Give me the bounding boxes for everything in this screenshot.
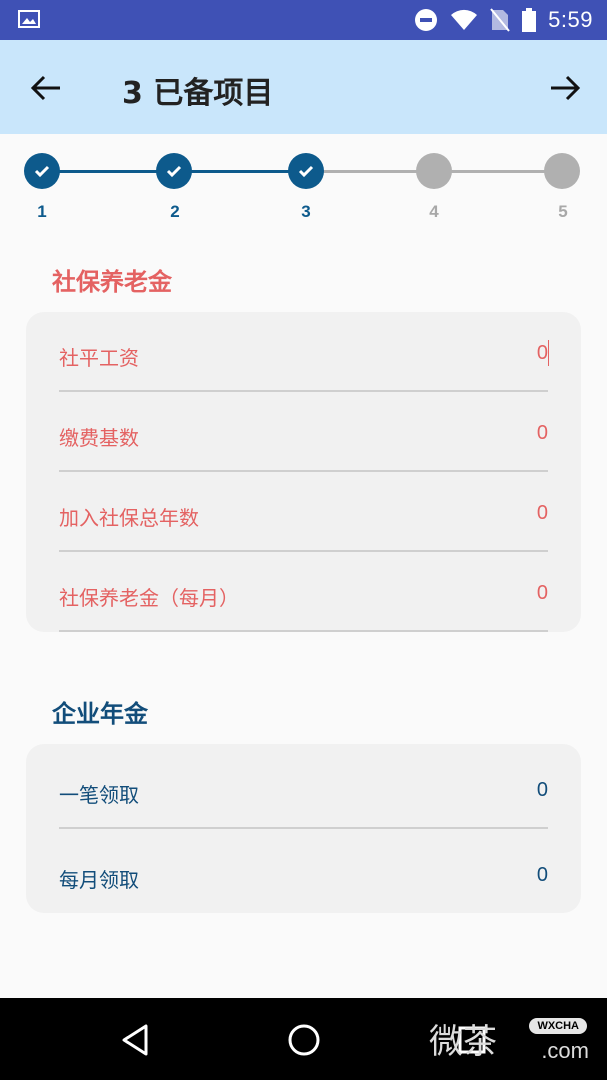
field-label: 加入社保总年数 xyxy=(59,506,199,530)
watermark-domain: .com xyxy=(541,1038,589,1063)
step-2-label: 2 xyxy=(170,202,180,221)
app-bar: 3 已备项目 xyxy=(0,40,607,134)
progress-stepper: 1 2 3 4 5 xyxy=(0,150,607,230)
watermark-logo: 微茶 WXCHA .com xyxy=(429,1014,589,1064)
field-value-input[interactable]: 0 xyxy=(537,864,548,887)
field-value-input[interactable]: 0 xyxy=(537,779,548,802)
field-row-lump-sum[interactable]: 一笔领取 0 xyxy=(59,749,548,829)
social-security-card: 社平工资 0 缴费基数 0 加入社保总年数 0 社保养老金（每月） 0 xyxy=(26,312,581,632)
enterprise-annuity-title: 企业年金 xyxy=(52,700,148,728)
arrow-right-icon[interactable] xyxy=(547,70,583,106)
field-row-total-years[interactable]: 加入社保总年数 0 xyxy=(59,472,548,552)
step-4-dot[interactable] xyxy=(416,153,452,189)
battery-icon xyxy=(522,8,537,32)
field-row-monthly-pension[interactable]: 社保养老金（每月） 0 xyxy=(59,552,548,632)
stepper-line-4 xyxy=(434,170,562,173)
watermark-text: 微茶 xyxy=(429,1022,497,1062)
step-5-label: 5 xyxy=(558,202,568,221)
step-1-label: 1 xyxy=(37,202,47,221)
arrow-left-icon[interactable] xyxy=(28,70,64,106)
watermark-badge: WXCHA xyxy=(529,1018,587,1034)
field-label: 一笔领取 xyxy=(59,783,139,807)
social-security-title: 社保养老金 xyxy=(52,268,172,296)
field-value-input[interactable]: 0 xyxy=(537,502,548,525)
step-3-label: 3 xyxy=(301,202,311,221)
text-cursor xyxy=(548,340,549,366)
page-title: 3 已备项目 xyxy=(122,76,274,111)
field-label: 社保养老金（每月） xyxy=(59,586,239,610)
check-icon xyxy=(298,165,314,178)
do-not-disturb-icon xyxy=(415,9,438,31)
check-icon xyxy=(34,165,50,178)
field-value-input[interactable]: 0 xyxy=(537,582,548,605)
step-2-dot[interactable] xyxy=(156,153,192,189)
status-bar: 5:59 xyxy=(0,0,607,40)
step-3-dot[interactable] xyxy=(288,153,324,189)
stepper-line-3 xyxy=(306,170,434,173)
home-circle-icon[interactable] xyxy=(284,1020,324,1060)
image-icon xyxy=(18,10,40,28)
no-sim-icon xyxy=(490,8,510,32)
field-divider xyxy=(59,630,548,632)
field-value-input[interactable]: 0 xyxy=(537,342,548,365)
field-row-contribution-base[interactable]: 缴费基数 0 xyxy=(59,392,548,472)
status-time: 5:59 xyxy=(548,7,593,32)
field-label: 缴费基数 xyxy=(59,426,139,450)
field-divider xyxy=(59,827,548,829)
field-label: 每月领取 xyxy=(59,868,139,892)
back-triangle-icon[interactable] xyxy=(116,1020,156,1060)
step-4-label: 4 xyxy=(429,202,439,221)
field-value-input[interactable]: 0 xyxy=(537,422,548,445)
enterprise-annuity-card: 一笔领取 0 每月领取 0 xyxy=(26,744,581,913)
field-row-average-wage[interactable]: 社平工资 0 xyxy=(59,312,549,392)
wifi-icon xyxy=(451,9,478,30)
step-5-dot[interactable] xyxy=(544,153,580,189)
check-icon xyxy=(166,165,182,178)
field-row-monthly[interactable]: 每月领取 0 xyxy=(59,834,548,913)
stepper-line-2 xyxy=(174,170,306,173)
stepper-line-1 xyxy=(42,170,174,173)
step-1-dot[interactable] xyxy=(24,153,60,189)
field-label: 社平工资 xyxy=(59,346,139,370)
